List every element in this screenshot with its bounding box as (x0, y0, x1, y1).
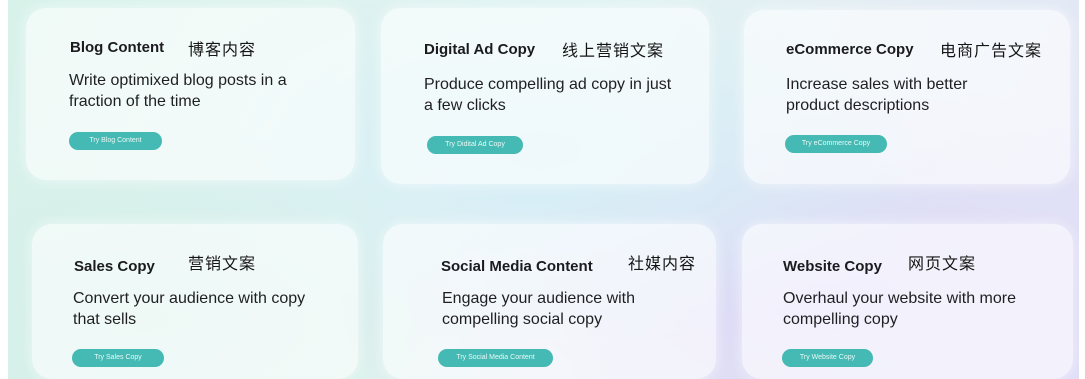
try-website-copy-button[interactable]: Try Website Copy (782, 349, 873, 367)
card-description: Increase sales with better product descr… (786, 76, 968, 114)
card-title: Digital Ad Copy (424, 41, 536, 58)
card-description: Produce compelling ad copy in just a few… (424, 76, 672, 114)
card-description: Overhaul your website with more compelli… (783, 290, 1016, 328)
card-description: Convert your audience with copy that sel… (73, 290, 306, 328)
right-edge-strip (1079, 0, 1085, 379)
card-description: Engage your audience with compelling soc… (442, 290, 636, 328)
try-blog-content-button[interactable]: Try Blog Content (69, 132, 162, 150)
card-title: eCommerce Copy (786, 41, 914, 58)
left-edge-strip (0, 0, 8, 379)
try-digital-ad-copy-button[interactable]: Try Didital Ad Copy (427, 136, 523, 154)
try-social-media-content-button[interactable]: Try Social Media Content (438, 349, 553, 367)
card-title: Sales Copy (74, 258, 155, 275)
card-sales-copy: Sales Copy 营销文案 Convert your audience wi… (32, 224, 358, 379)
card-title: Blog Content (70, 39, 165, 56)
card-ecommerce-copy: eCommerce Copy 电商广告文案 Increase sales wit… (744, 10, 1070, 184)
try-sales-copy-button[interactable]: Try Sales Copy (72, 349, 164, 367)
card-title-chinese: 营销文案 (188, 254, 257, 273)
card-description: Write optimixed blog posts in a fraction… (69, 72, 287, 110)
card-blog-content: Blog Content 博客内容 Write optimixed blog p… (26, 8, 355, 180)
card-title-chinese: 社媒内容 (628, 254, 697, 273)
card-title-chinese: 网页文案 (908, 254, 977, 273)
card-social-media-content: Social Media Content 社媒内容 Engage your au… (383, 224, 716, 379)
card-title: Social Media Content (441, 258, 593, 275)
card-digital-ad-copy: Digital Ad Copy 线上营销文案 Produce compellin… (381, 8, 709, 184)
card-title: Website Copy (783, 258, 882, 275)
card-title-chinese: 电商广告文案 (940, 41, 1043, 60)
try-ecommerce-copy-button[interactable]: Try eCommerce Copy (785, 135, 887, 153)
card-website-copy: Website Copy 网页文案 Overhaul your website … (742, 224, 1073, 379)
card-title-chinese: 线上营销文案 (562, 41, 665, 60)
card-title-chinese: 博客内容 (188, 40, 257, 59)
